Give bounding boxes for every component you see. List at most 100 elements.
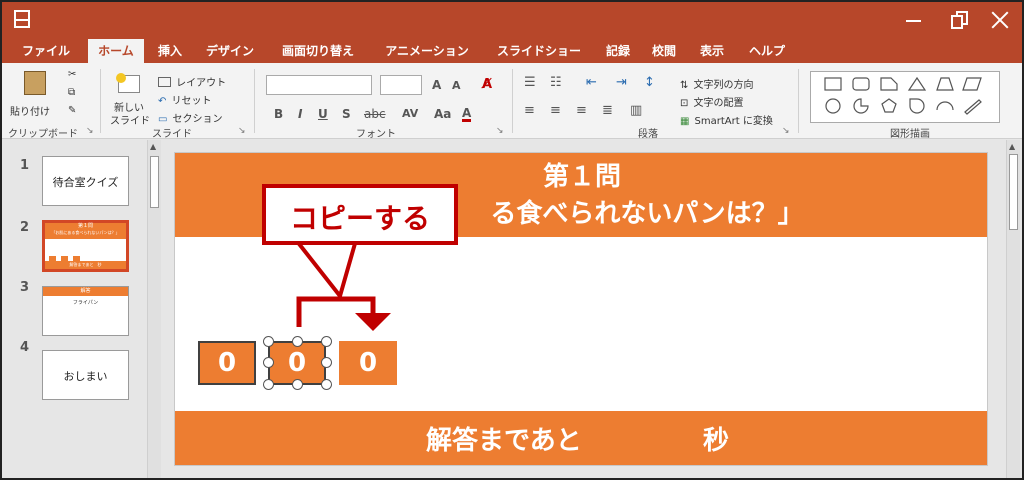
paste-label: 貼り付け bbox=[10, 107, 50, 118]
font-color-icon[interactable]: A bbox=[462, 107, 472, 122]
tab-animations[interactable]: アニメーション bbox=[374, 39, 480, 63]
font-launcher-icon[interactable]: ↘ bbox=[496, 126, 504, 136]
reset-label: リセット bbox=[171, 96, 212, 107]
shrink-font-button[interactable]: A bbox=[452, 79, 461, 92]
thumbnail-scrollbar[interactable]: ▲ bbox=[147, 140, 161, 478]
align-text-icon: ⊡ bbox=[680, 98, 689, 109]
tab-help[interactable]: ヘルプ bbox=[742, 39, 792, 63]
copy-icon[interactable]: ⧉ bbox=[68, 87, 75, 98]
slides-launcher-icon[interactable]: ↘ bbox=[238, 126, 246, 136]
resize-handle-bm[interactable] bbox=[292, 379, 303, 390]
callout-text: コピーする bbox=[289, 202, 430, 235]
scroll-up-icon[interactable]: ▲ bbox=[150, 142, 156, 151]
slide-number-1: 1 bbox=[20, 158, 30, 173]
tab-review[interactable]: 校閲 bbox=[646, 39, 682, 63]
resize-handle-mr[interactable] bbox=[321, 357, 332, 368]
tab-record[interactable]: 記録 bbox=[600, 39, 636, 63]
slide-footer-box[interactable]: 解答まであと 秒 bbox=[175, 411, 987, 465]
thumb2-question: 「お肌にある食べられないパンは？」 bbox=[51, 230, 120, 235]
decrease-indent-icon[interactable]: ⇤ bbox=[586, 75, 597, 90]
cut-icon[interactable]: ✂ bbox=[68, 69, 76, 80]
paragraph-launcher-icon[interactable]: ↘ bbox=[782, 126, 790, 136]
shapes-gallery-icons bbox=[824, 76, 982, 115]
slide-scroll-up-icon[interactable]: ▲ bbox=[1009, 142, 1015, 151]
text-direction-label: 文字列の方向 bbox=[693, 80, 754, 91]
clipboard-icon bbox=[24, 71, 46, 95]
align-text-button[interactable]: ⊡ 文字の配置 bbox=[680, 91, 743, 110]
footer-text-left: 解答まであと bbox=[426, 426, 582, 456]
clipboard-launcher-icon[interactable]: ↘ bbox=[86, 126, 94, 136]
copy-callout: コピーする bbox=[262, 184, 458, 245]
slide-thumbnail-2[interactable]: 第１問 「お肌にある食べられないパンは？」 解答まであと 秒 bbox=[42, 220, 129, 272]
slide-scroll-thumb[interactable] bbox=[1009, 154, 1018, 230]
line-spacing-icon[interactable]: ↕ bbox=[644, 75, 655, 90]
smartart-icon: ▦ bbox=[680, 116, 690, 127]
tab-view[interactable]: 表示 bbox=[694, 39, 730, 63]
slide-scrollbar[interactable]: ▲ bbox=[1006, 140, 1020, 478]
font-name-select[interactable] bbox=[266, 75, 372, 95]
resize-handle-bl[interactable] bbox=[263, 379, 274, 390]
app-menu-icon[interactable] bbox=[14, 10, 30, 28]
section-label: セクション bbox=[172, 114, 223, 125]
resize-handle-br[interactable] bbox=[321, 379, 332, 390]
tab-design[interactable]: デザイン bbox=[198, 39, 262, 63]
text-direction-button[interactable]: ⇅ 文字列の方向 bbox=[680, 73, 753, 92]
shapes-gallery[interactable] bbox=[810, 71, 1000, 123]
new-slide-button[interactable]: 新しい スライド bbox=[108, 69, 152, 127]
strikethrough-button[interactable]: abc bbox=[364, 107, 386, 121]
layout-button[interactable]: レイアウト bbox=[158, 71, 226, 90]
bold-button[interactable]: B bbox=[274, 107, 283, 121]
align-left-icon[interactable]: ≡ bbox=[524, 103, 535, 118]
thumbnail-text: 待合室クイズ bbox=[52, 176, 119, 189]
char-spacing-button[interactable]: AV bbox=[402, 107, 418, 120]
thumb2-footer: 解答まであと 秒 bbox=[45, 261, 126, 269]
tab-file[interactable]: ファイル bbox=[10, 39, 82, 63]
powerpoint-window: ファイル ホーム 挿入 デザイン 画面切り替え アニメーション スライドショー … bbox=[0, 0, 1024, 480]
slide-thumbnail-1[interactable]: 待合室クイズ bbox=[42, 156, 129, 206]
tab-insert[interactable]: 挿入 bbox=[150, 39, 190, 63]
increase-indent-icon[interactable]: ⇥ bbox=[616, 75, 627, 90]
shadow-button[interactable]: S bbox=[342, 107, 351, 121]
grow-font-button[interactable]: A bbox=[432, 78, 441, 92]
tab-transitions[interactable]: 画面切り替え bbox=[272, 39, 364, 63]
minimize-button[interactable] bbox=[900, 8, 928, 32]
tab-home[interactable]: ホーム bbox=[88, 39, 144, 63]
digit-box-3[interactable]: 0 bbox=[339, 341, 397, 385]
resize-handle-ml[interactable] bbox=[263, 357, 274, 368]
tab-slideshow[interactable]: スライドショー bbox=[488, 39, 590, 63]
new-slide-sun-icon bbox=[116, 73, 126, 83]
align-right-icon[interactable]: ≡ bbox=[576, 103, 587, 118]
title-bar bbox=[2, 2, 1022, 39]
resize-handle-tl[interactable] bbox=[263, 336, 274, 347]
reset-button[interactable]: ↶ リセット bbox=[158, 89, 211, 108]
align-center-icon[interactable]: ≡ bbox=[550, 103, 561, 118]
ribbon-tabs: ファイル ホーム 挿入 デザイン 画面切り替え アニメーション スライドショー … bbox=[2, 39, 1022, 63]
italic-button[interactable]: I bbox=[298, 107, 302, 121]
clear-format-icon[interactable]: A̸ bbox=[482, 77, 492, 92]
close-button[interactable] bbox=[986, 8, 1014, 32]
resize-handle-tr[interactable] bbox=[321, 336, 332, 347]
smartart-button[interactable]: ▦ SmartArt に変換 bbox=[680, 109, 773, 128]
layout-label: レイアウト bbox=[176, 78, 227, 89]
thumb2-title: 第１問 bbox=[77, 223, 93, 229]
bullets-icon[interactable]: ☰ bbox=[524, 75, 536, 90]
paste-button[interactable]: 貼り付け bbox=[10, 69, 60, 119]
thumbnail-scroll-thumb[interactable] bbox=[150, 156, 159, 208]
columns-icon[interactable]: ▥ bbox=[630, 103, 642, 118]
layout-icon bbox=[158, 76, 171, 87]
numbering-icon[interactable]: ☷ bbox=[550, 75, 562, 90]
change-case-icon[interactable]: Aa bbox=[434, 107, 451, 121]
ribbon-home: 貼り付け ✂ ⧉ ✎ クリップボード ↘ 新しい スライド レイアウト ↶ リセ… bbox=[2, 63, 1022, 140]
digit-box-1[interactable]: 0 bbox=[198, 341, 256, 385]
slide-thumbnail-3[interactable]: 解答 フライパン bbox=[42, 286, 129, 336]
drawing-group-label: 図形描画 bbox=[890, 129, 930, 140]
resize-handle-tm[interactable] bbox=[292, 336, 303, 347]
font-size-select[interactable] bbox=[380, 75, 422, 95]
slide-thumbnail-4[interactable]: おしまい bbox=[42, 350, 129, 400]
section-button[interactable]: ▭ セクション bbox=[158, 107, 223, 126]
restore-button[interactable] bbox=[946, 8, 974, 32]
justify-icon[interactable]: ≣ bbox=[602, 103, 613, 118]
format-painter-icon[interactable]: ✎ bbox=[68, 105, 76, 116]
underline-button[interactable]: U bbox=[318, 107, 328, 121]
align-text-label: 文字の配置 bbox=[693, 98, 744, 109]
